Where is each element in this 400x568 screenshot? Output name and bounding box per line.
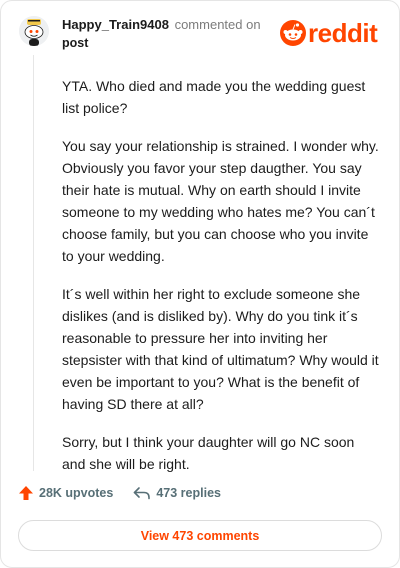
- comment-paragraph: YTA. Who died and made you the wedding g…: [62, 78, 366, 116]
- snoo-avatar-icon: [19, 16, 49, 46]
- avatar[interactable]: [19, 16, 49, 46]
- reddit-wordmark: reddit: [308, 18, 378, 48]
- comment-paragraph: It´s well within her right to exclude so…: [62, 286, 379, 412]
- comment-paragraph: Sorry, but I think your daughter will go…: [62, 434, 355, 472]
- reddit-logo[interactable]: reddit: [280, 18, 378, 48]
- reply-arrow-icon: [134, 487, 151, 500]
- thread-line[interactable]: [33, 55, 34, 471]
- comment-paragraph: You say your relationship is strained. I…: [62, 138, 379, 264]
- reddit-logo-icon: [280, 20, 306, 46]
- upvote-arrow-icon: [19, 486, 33, 500]
- comment-stats: 28K upvotes 473 replies: [18, 485, 221, 501]
- post-link[interactable]: post: [62, 35, 88, 51]
- reply-count: 473 replies: [156, 486, 221, 500]
- reply-button[interactable]: 473 replies: [133, 486, 221, 500]
- upvote-count: 28K upvotes: [39, 486, 114, 500]
- comment-header: Happy_Train9408 commented on: [62, 17, 261, 33]
- comment-card: Happy_Train9408 commented on post reddit…: [0, 0, 400, 568]
- comment-body: YTA. Who died and made you the wedding g…: [62, 75, 380, 491]
- upvote-button[interactable]: 28K upvotes: [18, 485, 113, 501]
- username[interactable]: Happy_Train9408: [62, 17, 169, 32]
- comment-action: commented on: [174, 17, 261, 32]
- view-comments-button[interactable]: View 473 comments: [18, 520, 382, 551]
